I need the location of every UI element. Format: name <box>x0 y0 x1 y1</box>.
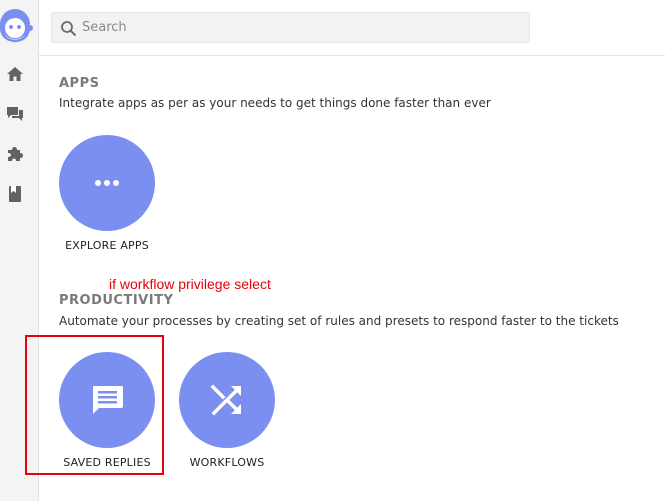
book-icon[interactable] <box>5 184 25 204</box>
annotation-note: if workflow privilege select <box>109 276 271 292</box>
apps-section-description: Integrate apps as per as your needs to g… <box>59 96 491 110</box>
more-dots-icon <box>95 180 119 186</box>
explore-apps-circle[interactable] <box>59 135 155 231</box>
search-input[interactable] <box>82 13 522 42</box>
search-icon <box>61 21 77 37</box>
shuffle-icon <box>210 384 241 416</box>
home-icon[interactable] <box>5 64 25 84</box>
highlight-box <box>25 335 164 475</box>
workflows-tile[interactable]: WORKFLOWS <box>167 352 287 469</box>
logo-icon[interactable] <box>0 6 36 48</box>
productivity-section-title: PRODUCTIVITY <box>59 293 174 308</box>
app: APPS Integrate apps as per as your needs… <box>0 0 665 501</box>
explore-apps-label: EXPLORE APPS <box>65 239 149 252</box>
explore-apps-tile[interactable]: EXPLORE APPS <box>47 135 167 252</box>
productivity-section-description: Automate your processes by creating set … <box>59 314 619 328</box>
search-bar <box>51 12 530 43</box>
apps-section-title: APPS <box>59 76 100 91</box>
chat-icon[interactable] <box>5 104 25 124</box>
workflows-circle[interactable] <box>179 352 275 448</box>
topbar <box>39 0 665 56</box>
puzzle-icon[interactable] <box>5 144 25 164</box>
workflows-label: WORKFLOWS <box>189 456 265 469</box>
